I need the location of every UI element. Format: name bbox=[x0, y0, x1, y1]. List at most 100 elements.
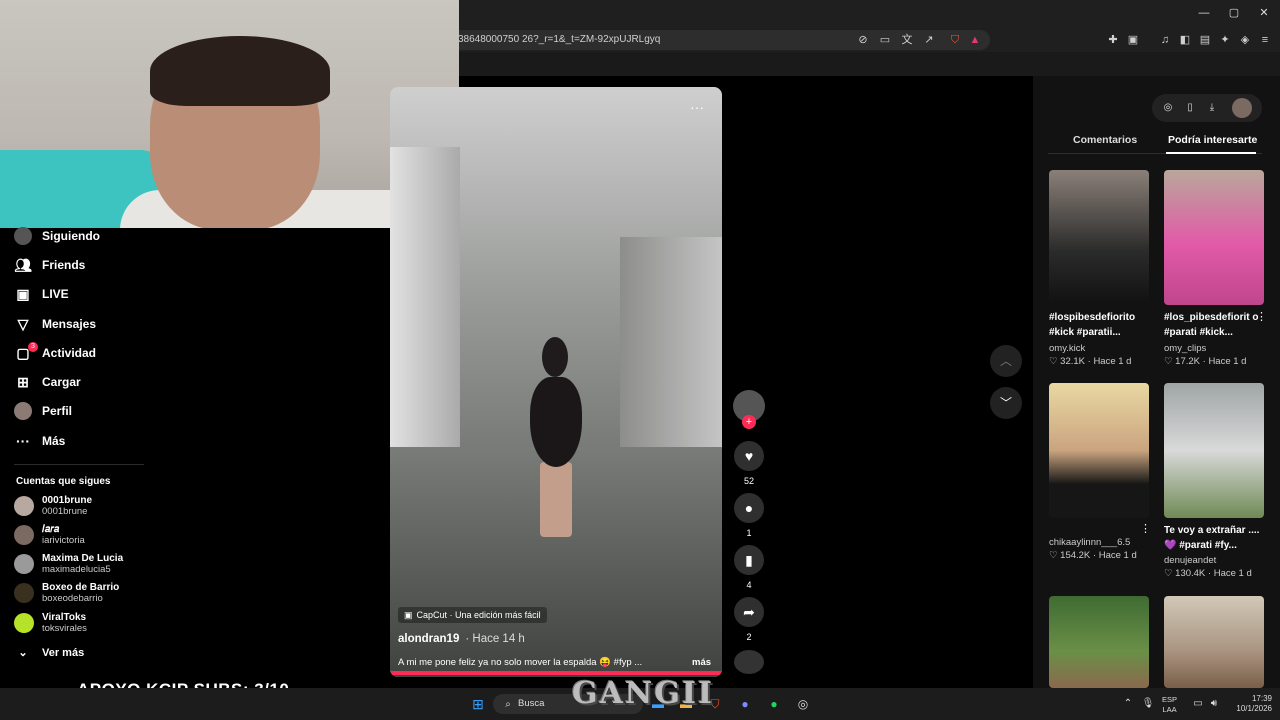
save-button[interactable]: ▮ bbox=[734, 545, 764, 575]
friends-icon: 👥︎ bbox=[14, 257, 32, 273]
avatar bbox=[14, 496, 34, 516]
follow-plus-icon[interactable]: + bbox=[742, 415, 756, 429]
share-button[interactable]: ➦ bbox=[734, 597, 764, 627]
video-player[interactable]: ··· ▣ CapCut · Una edición más fácil alon… bbox=[390, 87, 722, 677]
close-button[interactable]: ✕ bbox=[1256, 6, 1272, 20]
heart-outline-icon: ♡ bbox=[1164, 568, 1176, 579]
language-indicator[interactable]: ESP LAA bbox=[1162, 695, 1177, 715]
video-thumbnail[interactable] bbox=[1049, 596, 1149, 688]
card-title[interactable]: Te voy a extrañar .... 💜 #parati #fy... bbox=[1164, 523, 1268, 553]
followed-account[interactable]: Boxeo de Barrio boxeodebarrio bbox=[14, 580, 119, 606]
card-stats: ♡ 130.4K · Hace 1 d bbox=[1164, 568, 1252, 579]
spotify-icon[interactable]: ● bbox=[766, 696, 782, 712]
sidebar-item-label: Actividad bbox=[42, 346, 97, 360]
sidebar-item-messages[interactable]: ▽ Mensajes bbox=[14, 313, 96, 335]
download-icon[interactable]: ⤓ bbox=[1202, 98, 1222, 118]
video-thumbnail[interactable] bbox=[1164, 596, 1264, 688]
discord-icon[interactable]: ● bbox=[737, 696, 753, 712]
see-more-button[interactable]: ⌄ Ver más bbox=[14, 642, 84, 664]
card-title[interactable]: #lospibesdefiorito #kick #paratii... bbox=[1049, 310, 1153, 340]
brave-shield-icon[interactable]: ⛉ bbox=[948, 33, 962, 47]
tab-search-icon[interactable]: ▣ bbox=[1126, 33, 1140, 47]
avatar bbox=[14, 613, 34, 633]
video-caption: A mi me pone feliz ya no solo mover la e… bbox=[398, 657, 643, 668]
sidebar-item-more[interactable]: ··· Más bbox=[14, 430, 65, 452]
card-stats: ♡ 32.1K · Hace 1 d bbox=[1049, 356, 1132, 367]
followed-account[interactable]: Maxima De Lucia maximadelucia5 bbox=[14, 551, 123, 577]
followed-account[interactable]: ViralToks toksvirales bbox=[14, 610, 87, 636]
card-user[interactable]: omy.kick bbox=[1049, 343, 1085, 354]
cast-icon[interactable]: ▭ bbox=[878, 33, 892, 47]
followed-account[interactable]: 0001brune 0001brune bbox=[14, 493, 92, 519]
sidebar-item-upload[interactable]: ⊞ Cargar bbox=[14, 371, 81, 393]
share-icon[interactable]: ↗ bbox=[922, 33, 936, 47]
sidebar-item-profile[interactable]: Perfil bbox=[14, 400, 72, 422]
sidebar-item-activity[interactable]: ▢ Actividad bbox=[14, 342, 96, 364]
vpn-icon[interactable]: ◈ bbox=[1238, 33, 1252, 47]
video-thumbnail[interactable] bbox=[1164, 170, 1264, 305]
network-icon[interactable]: ▭ bbox=[1190, 696, 1206, 712]
phone-icon[interactable]: ▯ bbox=[1180, 98, 1200, 118]
obs-icon[interactable]: ◎ bbox=[795, 696, 811, 712]
minimize-button[interactable]: — bbox=[1196, 6, 1212, 20]
user-avatar[interactable] bbox=[1232, 98, 1252, 118]
sidebar-divider bbox=[14, 464, 144, 465]
caption-more-button[interactable]: más bbox=[692, 657, 711, 668]
card-more-icon[interactable]: ⋮ bbox=[1256, 310, 1267, 323]
heart-outline-icon: ♡ bbox=[1164, 356, 1176, 367]
next-video-button[interactable]: ﹀ bbox=[990, 387, 1022, 419]
sidebar-item-label: Cargar bbox=[42, 375, 81, 389]
card-likes: 17.2K bbox=[1175, 356, 1200, 367]
microphone-icon[interactable]: 🎙︎ bbox=[1140, 696, 1156, 712]
windows-start-icon[interactable]: ⊞ bbox=[470, 696, 486, 712]
like-count: 52 bbox=[743, 476, 754, 486]
card-user[interactable]: denujeandet bbox=[1164, 555, 1216, 566]
brave-rewards-icon[interactable]: ▲ bbox=[968, 33, 982, 47]
sidebar-toggle-icon[interactable]: ◧ bbox=[1178, 33, 1192, 47]
video-thumbnail[interactable] bbox=[1049, 383, 1149, 518]
search-icon: ⌕ bbox=[505, 699, 511, 710]
media-icon[interactable]: ♫ bbox=[1158, 33, 1172, 47]
video-thumbnail[interactable] bbox=[1164, 383, 1264, 518]
sidebar-item-live[interactable]: ▣ LIVE bbox=[14, 283, 68, 305]
card-title[interactable]: #los_pibesdefiorit o #parati #kick... bbox=[1164, 310, 1268, 340]
compass-icon[interactable]: ◎ bbox=[1158, 98, 1178, 118]
tray-chevron-up-icon[interactable]: ⌃ bbox=[1120, 696, 1136, 712]
sidebar-item-label: Friends bbox=[42, 258, 86, 272]
sidebar-item-label: Perfil bbox=[42, 404, 73, 418]
maximize-button[interactable]: ▢ bbox=[1226, 6, 1242, 20]
translate-icon[interactable]: 文 bbox=[900, 33, 914, 47]
address-bar-url[interactable]: 38648000750 26?_r=1&_t=ZM-92xpUJRLgyq bbox=[458, 34, 660, 45]
card-user[interactable]: omy_clips bbox=[1164, 343, 1206, 354]
comment-button[interactable]: ● bbox=[734, 493, 764, 523]
sidebar-item-friends[interactable]: 👥︎ Friends bbox=[14, 254, 85, 276]
language-code: ESP bbox=[1162, 695, 1178, 704]
video-progress-bar[interactable] bbox=[390, 671, 722, 675]
followed-account[interactable]: 𝐼𝑎𝑟𝑎 iarivictoria bbox=[14, 522, 85, 548]
video-thumbnail[interactable] bbox=[1049, 170, 1149, 305]
extensions-icon[interactable]: ✚ bbox=[1106, 33, 1120, 47]
tab-comments[interactable]: Comentarios bbox=[1073, 134, 1137, 146]
music-disc-icon[interactable] bbox=[734, 650, 764, 674]
sidebar-item-following[interactable]: Siguiendo bbox=[14, 225, 100, 247]
menu-icon[interactable]: ≡ bbox=[1258, 33, 1272, 47]
upload-icon: ⊞ bbox=[17, 374, 29, 390]
sidebar-item-label: Más bbox=[42, 434, 66, 448]
reader-mode-icon[interactable]: ⊘ bbox=[856, 33, 870, 47]
tab-might-interest[interactable]: Podría interesarte bbox=[1168, 134, 1257, 146]
video-author[interactable]: alondran19 · Hace 14 h bbox=[398, 633, 525, 645]
leo-ai-icon[interactable]: ✦ bbox=[1218, 33, 1232, 47]
like-button[interactable]: ♥ bbox=[734, 441, 764, 471]
taskbar-clock[interactable]: 17:39 10/1/2026 bbox=[1226, 694, 1272, 714]
volume-icon[interactable]: 🔊︎ bbox=[1206, 696, 1222, 712]
wallet-icon[interactable]: ▤ bbox=[1198, 33, 1212, 47]
video-menu-button[interactable]: ··· bbox=[690, 99, 704, 115]
card-more-icon[interactable]: ⋮ bbox=[1140, 522, 1151, 535]
card-user[interactable]: chikaaylinnn___6.5 bbox=[1049, 537, 1130, 548]
sidebar-item-label: Mensajes bbox=[42, 317, 97, 331]
avatar bbox=[14, 525, 34, 545]
author-name[interactable]: alondran19 bbox=[398, 633, 459, 645]
sidebar-item-label: Siguiendo bbox=[42, 229, 100, 243]
capcut-tag[interactable]: ▣ CapCut · Una edición más fácil bbox=[398, 607, 547, 623]
previous-video-button[interactable]: ︿ bbox=[990, 345, 1022, 377]
